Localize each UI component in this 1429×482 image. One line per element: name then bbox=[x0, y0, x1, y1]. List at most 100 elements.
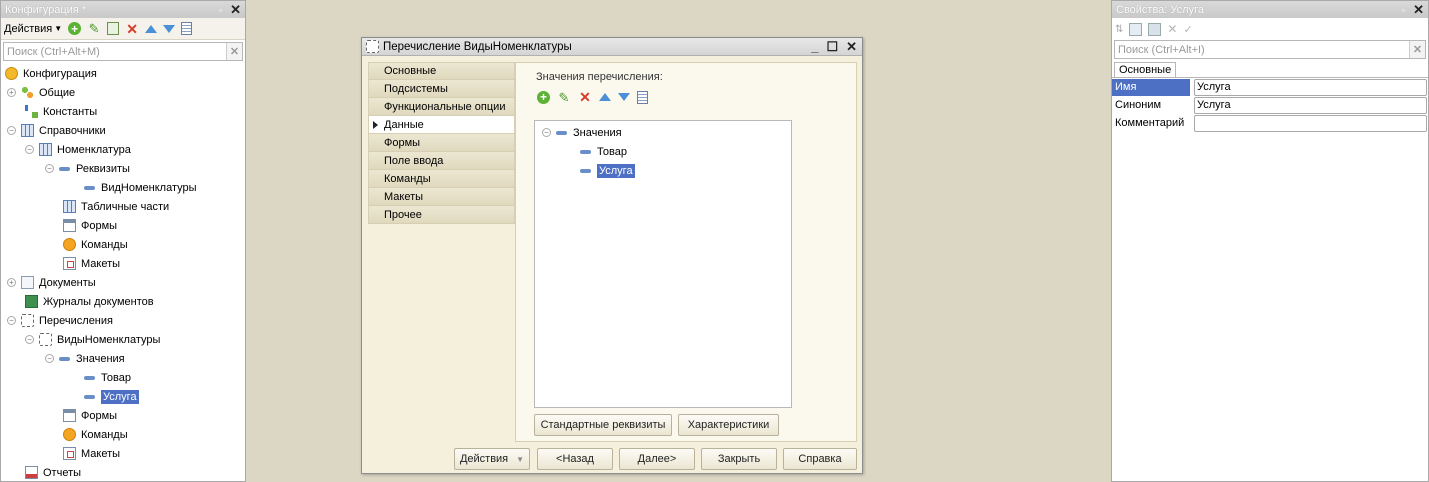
properties-search-input[interactable]: Поиск (Ctrl+Alt+I) ✕ bbox=[1114, 40, 1426, 59]
collapse-icon[interactable]: − bbox=[45, 164, 54, 173]
edit-icon[interactable]: ✎ bbox=[557, 90, 571, 104]
collapse-icon[interactable]: − bbox=[7, 316, 16, 325]
nav-item-layouts[interactable]: Макеты bbox=[368, 188, 515, 206]
move-down-icon[interactable] bbox=[163, 24, 176, 33]
minimize-icon[interactable]: _ bbox=[811, 39, 818, 55]
delete-icon[interactable]: ✕ bbox=[578, 90, 592, 104]
tree-label: Макеты bbox=[81, 447, 121, 460]
tree-item-enum-vidy[interactable]: − ВидыНоменклатуры bbox=[1, 330, 245, 349]
config-search-input[interactable]: Поиск (Ctrl+Alt+M) ✕ bbox=[3, 42, 243, 61]
comment-field[interactable] bbox=[1194, 114, 1427, 132]
actions-label: Действия bbox=[4, 22, 53, 35]
copy-icon[interactable] bbox=[107, 22, 120, 35]
nav-label: Макеты bbox=[384, 190, 424, 203]
actions-dropdown-button[interactable]: Действия ▼ bbox=[454, 448, 530, 470]
tree-item-tabular-parts[interactable]: Табличные части bbox=[1, 197, 245, 216]
tree-item-forms[interactable]: Формы bbox=[1, 216, 245, 235]
tree-item-enum-commands[interactable]: Команды bbox=[1, 425, 245, 444]
button-label: Стандартные реквизиты bbox=[540, 419, 666, 431]
close-icon[interactable]: ✕ bbox=[1413, 3, 1424, 16]
tree-label: Макеты bbox=[81, 257, 121, 270]
tree-item-nomenclature[interactable]: − Номенклатура bbox=[1, 140, 245, 159]
button-label: Справка bbox=[798, 453, 842, 465]
tree-item-catalogs[interactable]: − Справочники bbox=[1, 121, 245, 140]
categories-icon[interactable] bbox=[1129, 22, 1143, 36]
clear-search-icon[interactable]: ✕ bbox=[226, 43, 242, 60]
actions-menu[interactable]: Действия ▼ bbox=[4, 23, 62, 35]
tree-item-commands[interactable]: Команды bbox=[1, 235, 245, 254]
move-up-icon[interactable] bbox=[145, 24, 158, 33]
tree-item-vid-nomenclatury[interactable]: ВидНоменклатуры bbox=[1, 178, 245, 197]
current-arrow-icon bbox=[373, 121, 378, 129]
list-icon[interactable] bbox=[637, 90, 648, 104]
list-icon[interactable] bbox=[181, 22, 193, 35]
collapse-icon[interactable]: − bbox=[542, 128, 551, 137]
synonym-field[interactable]: Услуга bbox=[1194, 96, 1427, 114]
nav-item-subsystems[interactable]: Подсистемы bbox=[368, 80, 515, 98]
tree-item-constants[interactable]: Константы bbox=[1, 102, 245, 121]
tree-item-values[interactable]: − Значения bbox=[535, 123, 791, 142]
sort-icon[interactable]: ⇅ bbox=[1115, 24, 1123, 35]
value-icon bbox=[580, 168, 591, 173]
enum-values-tree: − Значения Товар Услуга bbox=[534, 120, 792, 408]
nav-item-commands[interactable]: Команды bbox=[368, 170, 515, 188]
tab-basic[interactable]: Основные bbox=[1114, 62, 1177, 77]
tree-item-reports[interactable]: Отчеты bbox=[1, 463, 245, 482]
characteristics-button[interactable]: Характеристики bbox=[678, 414, 779, 436]
tree-item-common[interactable]: + Общие bbox=[1, 83, 245, 102]
help-button[interactable]: Справка bbox=[783, 448, 857, 470]
tree-item-configuration[interactable]: Конфигурация bbox=[1, 64, 245, 83]
clear-search-icon[interactable]: ✕ bbox=[1409, 41, 1425, 58]
nav-item-data[interactable]: Данные bbox=[368, 116, 515, 134]
tree-item-layouts[interactable]: Макеты bbox=[1, 254, 245, 273]
close-icon[interactable]: ✕ bbox=[846, 39, 857, 55]
check-icon[interactable]: ✓ bbox=[1183, 23, 1192, 36]
tree-item-enum-forms[interactable]: Формы bbox=[1, 406, 245, 425]
move-up-icon[interactable] bbox=[599, 93, 611, 101]
search-placeholder: Поиск (Ctrl+Alt+I) bbox=[1118, 43, 1205, 56]
maximize-icon[interactable]: ☐ bbox=[826, 39, 838, 55]
add-icon[interactable]: + bbox=[68, 22, 82, 36]
expand-icon[interactable]: + bbox=[7, 88, 16, 97]
close-button[interactable]: Закрыть bbox=[701, 448, 777, 470]
nav-item-forms[interactable]: Формы bbox=[368, 134, 515, 152]
value-icon bbox=[84, 394, 95, 399]
tree-label: Номенклатура bbox=[57, 143, 131, 156]
tree-item-goods[interactable]: Товар bbox=[535, 142, 791, 161]
add-icon[interactable]: + bbox=[537, 90, 550, 104]
nav-label: Данные bbox=[384, 118, 424, 131]
nav-item-input-field[interactable]: Поле ввода bbox=[368, 152, 515, 170]
tree-item-documents[interactable]: + Документы bbox=[1, 273, 245, 292]
tree-item-goods[interactable]: Товар bbox=[1, 368, 245, 387]
edit-icon[interactable]: ✎ bbox=[87, 22, 101, 36]
nav-item-functional-options[interactable]: Функциональные опции bbox=[368, 98, 515, 116]
back-button[interactable]: <Назад bbox=[537, 448, 613, 470]
pin-icon[interactable]: ▫ bbox=[1402, 5, 1405, 15]
pin-icon[interactable]: ▫ bbox=[219, 5, 222, 15]
tree-label: Реквизиты bbox=[76, 162, 130, 175]
close-icon[interactable]: ✕ bbox=[230, 3, 241, 16]
cancel-icon[interactable]: ✕ bbox=[1167, 22, 1177, 36]
move-down-icon[interactable] bbox=[618, 93, 630, 101]
tree-item-values[interactable]: − Значения bbox=[1, 349, 245, 368]
delete-icon[interactable]: ✕ bbox=[125, 22, 139, 36]
tree-item-attributes[interactable]: − Реквизиты bbox=[1, 159, 245, 178]
collapse-icon[interactable]: − bbox=[25, 145, 34, 154]
tree-item-service[interactable]: Услуга bbox=[1, 387, 245, 406]
name-field[interactable]: Услуга bbox=[1194, 78, 1427, 96]
tree-item-enums[interactable]: − Перечисления bbox=[1, 311, 245, 330]
collapse-icon[interactable]: − bbox=[25, 335, 34, 344]
tree-item-enum-layouts[interactable]: Макеты bbox=[1, 444, 245, 463]
standard-attributes-button[interactable]: Стандартные реквизиты bbox=[534, 414, 672, 436]
nav-item-other[interactable]: Прочее bbox=[368, 206, 515, 224]
catalogs-icon bbox=[21, 124, 34, 137]
tree-item-service[interactable]: Услуга bbox=[535, 161, 791, 180]
collapse-icon[interactable]: − bbox=[7, 126, 16, 135]
tree-label: Общие bbox=[39, 86, 76, 99]
expand-icon[interactable]: + bbox=[7, 278, 16, 287]
collapse-icon[interactable]: − bbox=[45, 354, 54, 363]
filter-icon[interactable] bbox=[1148, 22, 1162, 36]
next-button[interactable]: Далее> bbox=[619, 448, 695, 470]
nav-item-basic[interactable]: Основные bbox=[368, 62, 515, 80]
tree-item-journals[interactable]: Журналы документов bbox=[1, 292, 245, 311]
